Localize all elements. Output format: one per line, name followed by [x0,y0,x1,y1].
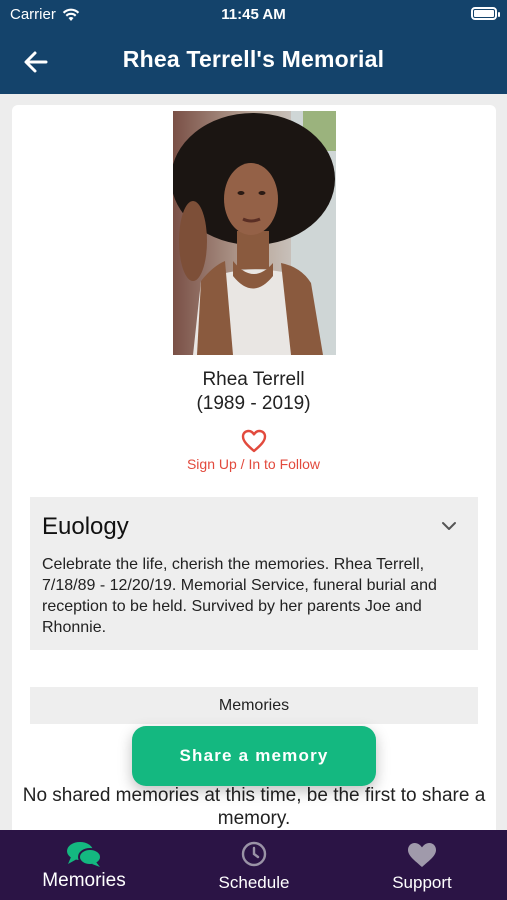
empty-memories-message: No shared memories at this time, be the … [22,785,486,829]
battery-icon [471,7,500,20]
clock-icon [241,841,267,867]
status-time: 11:45 AM [221,6,286,23]
chat-bubbles-icon [67,842,102,867]
nav-bar: Rhea Terrell's Memorial [0,30,507,94]
life-years: (1989 - 2019) [196,393,311,414]
tab-schedule[interactable]: Schedule [194,830,314,900]
chevron-down-icon[interactable] [440,517,458,535]
tab-memories-label: Memories [42,870,126,891]
eulogy-text: Celebrate the life, cherish the memories… [42,556,437,636]
heart-icon [408,843,436,867]
app-header: Carrier 11:45 AM Rhea Terrell's Memorial [0,0,507,94]
deceased-name: Rhea Terrell [202,369,305,390]
eulogy-section[interactable]: Euology Celebrate the life, cherish the … [30,497,478,650]
profile-photo [173,111,336,355]
tab-schedule-label: Schedule [218,873,290,892]
tab-support-label: Support [392,873,452,892]
status-bar: Carrier 11:45 AM [0,0,507,30]
bottom-tab-bar: Memories Schedule Support [0,830,507,900]
follow-link[interactable]: Sign Up / In to Follow [0,456,507,472]
memories-section-header: Memories [30,687,478,724]
tab-support[interactable]: Support [362,830,482,900]
eulogy-title: Euology [42,513,129,540]
page-title: Rhea Terrell's Memorial [122,46,385,72]
share-memory-button[interactable]: Share a memory [132,726,376,786]
heart-outline-icon[interactable] [240,428,268,454]
tab-memories[interactable]: Memories [24,830,144,900]
